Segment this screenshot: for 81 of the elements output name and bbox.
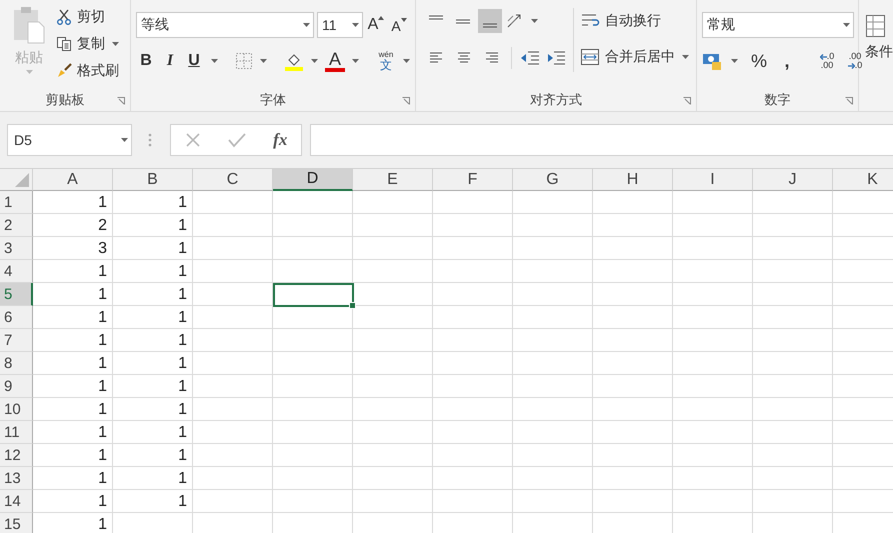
table-cell-text: 1 (97, 492, 108, 512)
table-cell-text: 1 (177, 238, 188, 258)
table-cell-text: 1 (177, 330, 188, 350)
table-cell-text: 1 (177, 422, 188, 442)
group-label: 数字 (764, 91, 790, 109)
column-header[interactable]: I (673, 169, 753, 191)
name-box[interactable]: D5 (7, 124, 132, 156)
table-cell-text: 1 (177, 492, 188, 512)
table-cell-text: 1 (177, 468, 188, 488)
row-header[interactable]: 2 (0, 214, 33, 237)
table-cell-text: 1 (97, 330, 108, 350)
insert-function-button[interactable]: fx (273, 130, 288, 150)
column-header[interactable]: F (433, 169, 513, 191)
column-header[interactable]: B (113, 169, 193, 191)
row-header[interactable]: 8 (0, 352, 33, 375)
group-label: 对齐方式 (530, 91, 582, 109)
font-size-field[interactable]: 11 (317, 12, 363, 38)
font-name-field[interactable]: 等线 (136, 12, 314, 38)
copy-button[interactable]: 复制 (56, 31, 105, 56)
table-cell-text: 1 (97, 308, 108, 328)
font-color-button[interactable]: A (325, 50, 345, 72)
italic-button[interactable]: I (160, 49, 180, 73)
row-header[interactable]: 1 (0, 191, 33, 214)
row-header[interactable]: 10 (0, 398, 33, 421)
group-label: 剪贴板 (46, 91, 84, 109)
table-cell-text: 1 (177, 308, 188, 328)
cut-button[interactable]: 剪切 (56, 4, 122, 29)
table-cell-text: 1 (177, 284, 188, 304)
table-cell-text: 1 (97, 468, 108, 488)
conditional-formatting-button[interactable]: 条件 (865, 14, 893, 61)
table-cell-text: 1 (177, 216, 188, 236)
table-cell-text: 1 (97, 376, 108, 396)
row-header[interactable]: 7 (0, 329, 33, 352)
table-cell-text: 1 (177, 446, 188, 466)
merge-center-button[interactable]: 合并后居中 (580, 44, 675, 69)
table-cell-text: 1 (97, 262, 108, 282)
table-cell-text: 1 (177, 192, 188, 212)
column-header[interactable]: G (513, 169, 593, 191)
wrap-text-button[interactable]: 自动换行 (580, 8, 692, 33)
table-cell-text: 3 (97, 238, 108, 258)
table-cell-text: 1 (97, 284, 108, 304)
column-header[interactable]: H (593, 169, 673, 191)
phonetic-button[interactable]: wén 文 (376, 49, 396, 73)
column-header[interactable]: K (833, 169, 893, 191)
column-header[interactable]: D (273, 169, 353, 191)
column-header[interactable]: C (193, 169, 273, 191)
table-cell-text: 1 (177, 400, 188, 420)
increase-font-size-button[interactable]: A (366, 13, 386, 37)
decrease-font-size-button[interactable]: A (389, 13, 409, 37)
row-header[interactable]: 12 (0, 444, 33, 467)
row-header[interactable]: 15 (0, 513, 33, 533)
table-cell-text: 1 (177, 376, 188, 396)
underline-button[interactable]: U (184, 49, 204, 73)
comma-style-button[interactable]: , (777, 49, 797, 73)
row-header[interactable]: 11 (0, 421, 33, 444)
format-painter-button[interactable]: 格式刷 (56, 58, 122, 83)
table-cell-text: 1 (97, 514, 108, 533)
table-cell-text: 1 (177, 262, 188, 282)
table-cell-text: 1 (97, 354, 108, 374)
percent-button[interactable]: % (749, 49, 769, 73)
row-header[interactable]: 9 (0, 375, 33, 398)
row-header[interactable]: 5 (0, 283, 33, 306)
column-header[interactable]: A (33, 169, 113, 191)
table-cell-text: 2 (97, 216, 108, 236)
row-header[interactable]: 6 (0, 306, 33, 329)
bold-button[interactable]: B (136, 49, 156, 73)
increase-decimal-button[interactable]: .0 .00 (815, 49, 839, 73)
table-cell-text: 1 (97, 446, 108, 466)
group-label: 字体 (260, 91, 286, 109)
table-cell-text: 1 (177, 354, 188, 374)
table-cell-text: 1 (97, 422, 108, 442)
row-header[interactable]: 14 (0, 490, 33, 513)
number-format-field[interactable]: 常规 (702, 12, 854, 38)
column-header[interactable]: E (353, 169, 433, 191)
column-header[interactable]: J (753, 169, 833, 191)
row-header[interactable]: 3 (0, 237, 33, 260)
row-header[interactable]: 13 (0, 467, 33, 490)
row-header[interactable]: 4 (0, 260, 33, 283)
table-cell-text: 1 (97, 400, 108, 420)
table-cell-text: 1 (97, 192, 108, 212)
decrease-decimal-button[interactable]: .00 .0 (843, 49, 867, 73)
